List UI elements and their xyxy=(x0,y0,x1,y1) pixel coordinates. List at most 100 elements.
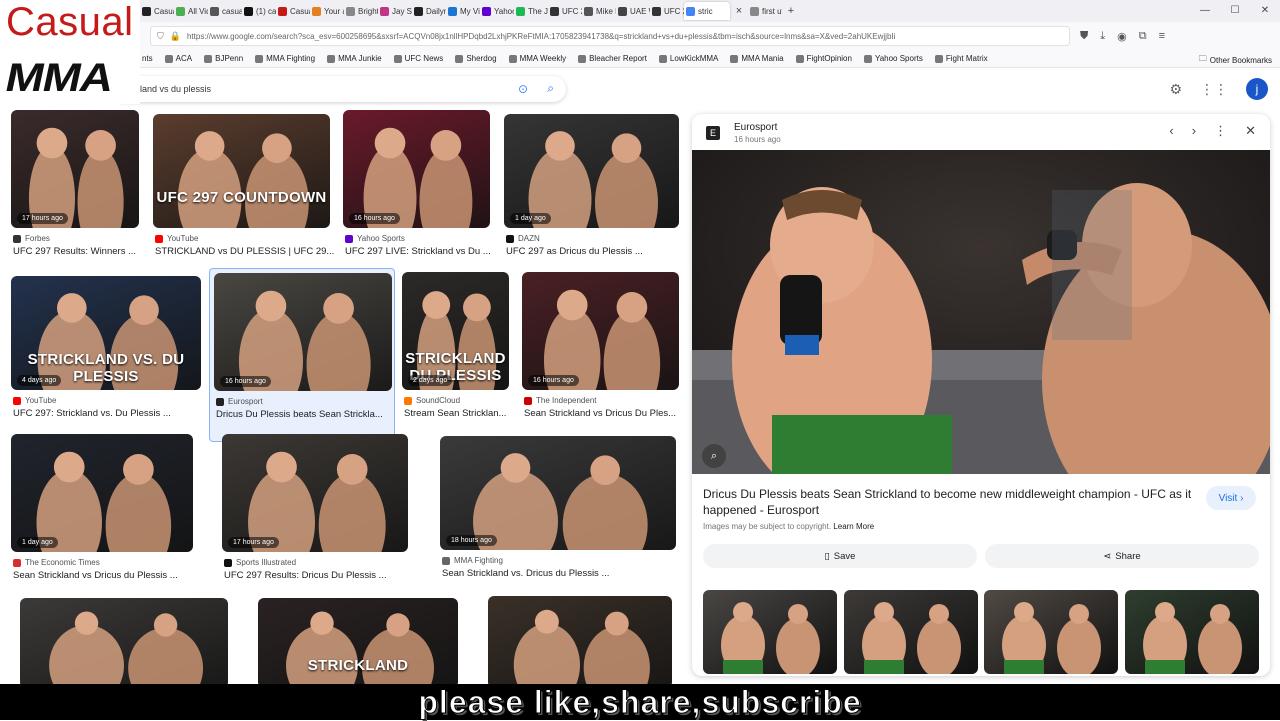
result-source[interactable]: YouTube xyxy=(13,396,56,405)
learn-more-link[interactable]: Learn More xyxy=(833,522,874,531)
image-result-card[interactable]: 16 hours ago Yahoo Sports UFC 297 LIVE: St… xyxy=(343,110,491,280)
result-source[interactable]: Yahoo Sports xyxy=(345,234,405,243)
image-result-card[interactable]: 1 day ago The Economic Times Sean Strickla… xyxy=(11,434,193,604)
image-result-card[interactable]: STRICKLAND xyxy=(258,598,458,684)
visit-button[interactable]: Visit › xyxy=(1206,486,1256,510)
next-icon[interactable]: › xyxy=(1192,123,1196,139)
result-thumbnail[interactable]: 16 hours ago xyxy=(343,110,490,228)
result-source[interactable]: SoundCloud xyxy=(404,396,460,405)
search-input[interactable]: land vs du plessis ⊙ ⌕ xyxy=(120,76,566,102)
extensions-icon[interactable]: ⧉ xyxy=(1139,30,1147,43)
browser-tab[interactable]: Mike M xyxy=(582,2,616,20)
related-image-thumbnail[interactable] xyxy=(703,590,837,674)
result-source[interactable]: MMA Fighting xyxy=(442,556,503,565)
result-source[interactable]: Eurosport xyxy=(216,397,263,406)
bookmark-item[interactable]: MMA Fighting xyxy=(255,54,315,63)
result-thumbnail[interactable]: 17 hours ago xyxy=(222,434,408,552)
close-window-icon[interactable]: ✕ xyxy=(1250,0,1280,22)
menu-icon[interactable]: ≡ xyxy=(1159,30,1165,43)
minimize-icon[interactable]: — xyxy=(1190,0,1220,22)
result-source[interactable]: Forbes xyxy=(13,234,50,243)
image-result-card[interactable]: 16 hours ago Eurosport Dricus Du Plessis b… xyxy=(209,268,395,442)
result-thumbnail[interactable]: 1 day ago xyxy=(11,434,193,552)
result-thumbnail[interactable]: STRICKLAND xyxy=(258,598,458,684)
result-title[interactable]: Sean Strickland vs Dricus Du Ples... xyxy=(524,408,690,419)
preview-image[interactable] xyxy=(692,150,1270,474)
bookmark-item[interactable]: Bleacher Report xyxy=(578,54,647,63)
bookmark-item[interactable]: LowKickMMA xyxy=(658,54,718,63)
pocket-icon[interactable]: ⛊ xyxy=(1080,30,1088,43)
result-thumbnail[interactable]: 16 hours ago xyxy=(214,273,392,391)
related-image-thumbnail[interactable] xyxy=(984,590,1118,674)
bookmark-item[interactable]: MMA Weekly xyxy=(508,54,566,63)
more-options-icon[interactable]: ⋮ xyxy=(1214,123,1227,139)
other-bookmarks[interactable]: 🗀 Other Bookmarks xyxy=(1199,53,1272,67)
bookmark-item[interactable]: FightOpinion xyxy=(795,54,852,63)
image-result-card[interactable]: STRICKLAND VS. DU PLESSIS 4 days ago YouTu… xyxy=(11,276,201,442)
browser-tab[interactable]: Brighte xyxy=(344,2,378,20)
bookmark-item[interactable]: UFC News xyxy=(393,54,443,63)
new-tab-icon[interactable]: + xyxy=(782,5,800,17)
result-source[interactable]: Sports Illustrated xyxy=(224,558,296,567)
result-thumbnail[interactable]: 17 hours ago xyxy=(11,110,139,228)
bookmark-item[interactable]: Yahoo Sports xyxy=(863,54,923,63)
preview-source[interactable]: Eurosport xyxy=(734,122,777,133)
related-image-thumbnail[interactable] xyxy=(1125,590,1259,674)
bookmark-item[interactable]: Sherdog xyxy=(455,54,497,63)
apps-grid-icon[interactable]: ⋮⋮ xyxy=(1200,81,1228,98)
result-source[interactable]: The Economic Times xyxy=(13,558,100,567)
browser-tab[interactable]: All Vid xyxy=(174,2,208,20)
browser-tab[interactable]: My Vid xyxy=(446,2,480,20)
lens-search-icon[interactable]: ⌕ xyxy=(702,444,726,468)
result-title[interactable]: Sean Strickland vs. Dricus du Plessis ..… xyxy=(442,568,690,579)
avatar[interactable]: j xyxy=(1246,78,1268,100)
browser-tab[interactable]: stric xyxy=(684,2,730,20)
browser-tab[interactable]: casual xyxy=(208,2,242,20)
download-icon[interactable]: ⤓ xyxy=(1100,30,1105,43)
image-result-card[interactable]: 17 hours ago Forbes UFC 297 Results: Winne… xyxy=(11,110,139,280)
bookmark-item[interactable]: Fight Matrix xyxy=(934,54,988,63)
save-button[interactable]: ▯ Save xyxy=(703,544,977,568)
browser-tab[interactable]: UFC 29 xyxy=(650,2,684,20)
share-button[interactable]: ⋖ Share xyxy=(985,544,1259,568)
result-thumbnail[interactable] xyxy=(488,596,672,684)
browser-tab[interactable]: Jay Sle xyxy=(378,2,412,20)
result-title[interactable]: UFC 297: Strickland vs. Du Plessis ... xyxy=(13,408,223,419)
result-title[interactable]: STRICKLAND vs DU PLESSIS | UFC 29... xyxy=(155,246,352,257)
result-thumbnail[interactable]: STRICKLAND VS. DU PLESSIS 4 days ago xyxy=(11,276,201,390)
browser-tab[interactable]: (1) cas xyxy=(242,2,276,20)
browser-tab[interactable]: Your ac xyxy=(310,2,344,20)
image-result-card[interactable]: STRICKLAND DU PLESSIS 2 days ago SoundClou… xyxy=(402,272,509,442)
maximize-icon[interactable]: ☐ xyxy=(1220,0,1250,22)
result-thumbnail[interactable] xyxy=(20,598,228,684)
bookmark-item[interactable]: BJPenn xyxy=(204,54,243,63)
gear-icon[interactable]: ⚙ xyxy=(1169,81,1182,98)
result-title[interactable]: UFC 297 Results: Winners ... xyxy=(13,246,161,257)
image-result-card[interactable]: 17 hours ago Sports Illustrated UFC 297 Re… xyxy=(222,434,408,604)
bookmark-item[interactable]: ACA xyxy=(164,54,192,63)
result-thumbnail[interactable]: 1 day ago xyxy=(504,114,679,228)
result-title[interactable]: Stream Sean Stricklan... xyxy=(404,408,531,419)
browser-tab[interactable]: first ufc xyxy=(748,2,782,20)
preview-title[interactable]: Dricus Du Plessis beats Sean Strickland … xyxy=(703,486,1203,518)
browser-tab[interactable]: Yahoo xyxy=(480,2,514,20)
related-image-thumbnail[interactable] xyxy=(844,590,978,674)
result-title[interactable]: UFC 297 Results: Dricus Du Plessis ... xyxy=(224,570,430,581)
result-thumbnail[interactable]: UFC 297 COUNTDOWN xyxy=(153,114,330,228)
browser-tab[interactable]: The Jov xyxy=(514,2,548,20)
lens-icon[interactable]: ⊙ xyxy=(518,82,528,96)
image-result-card[interactable] xyxy=(488,596,672,684)
browser-tab[interactable]: UFC 29 xyxy=(548,2,582,20)
browser-tab[interactable]: Casual xyxy=(140,2,174,20)
image-result-card[interactable]: UFC 297 COUNTDOWN YouTube STRICKLAND vs DU… xyxy=(153,114,334,280)
shield-icon[interactable]: ⛉ xyxy=(157,31,164,42)
browser-tab[interactable]: Casual xyxy=(276,2,310,20)
close-icon[interactable]: ✕ xyxy=(1245,123,1256,139)
bookmark-item[interactable]: MMA Junkie xyxy=(327,54,382,63)
result-title[interactable]: Dricus Du Plessis beats Sean Strickla... xyxy=(216,409,414,420)
account-icon[interactable]: ◉ xyxy=(1117,30,1127,43)
result-thumbnail[interactable]: 18 hours ago xyxy=(440,436,676,550)
result-source[interactable]: The Independent xyxy=(524,396,597,405)
result-title[interactable]: Sean Strickland vs Dricus du Plessis ... xyxy=(13,570,215,581)
image-result-card[interactable] xyxy=(20,598,228,684)
